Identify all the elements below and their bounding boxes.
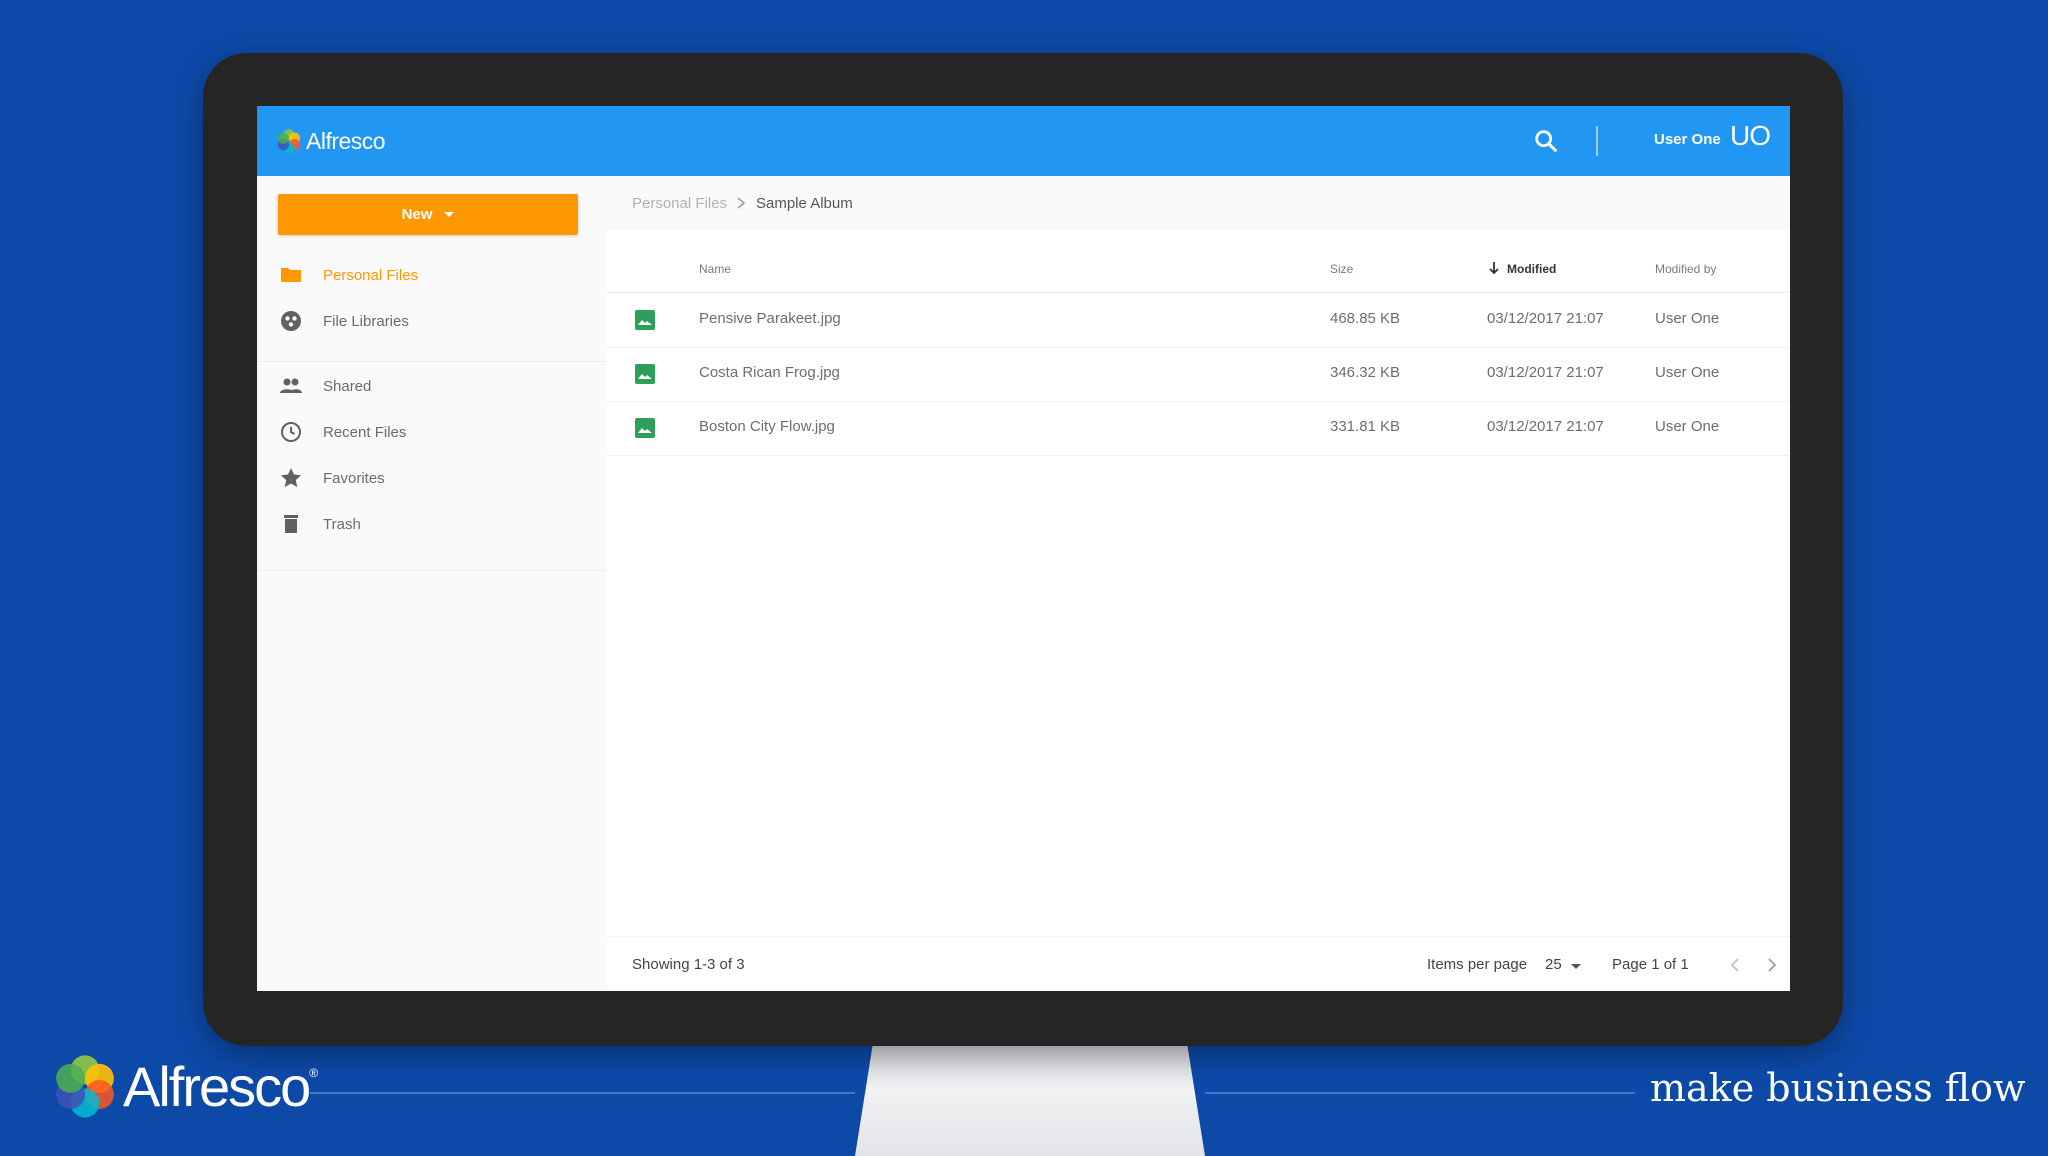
chevron-down-icon bbox=[444, 212, 455, 217]
table-row[interactable]: Pensive Parakeet.jpg 468.85 KB 03/12/201… bbox=[607, 293, 1790, 348]
sidebar-item-personal-files[interactable]: Personal Files bbox=[257, 255, 607, 295]
sidebar-item-label: Trash bbox=[323, 516, 361, 533]
chevron-right-icon[interactable] bbox=[1760, 954, 1782, 976]
breadcrumb: Personal Files Sample Album bbox=[607, 176, 1790, 230]
header-divider bbox=[1596, 126, 1598, 156]
file-modified: 03/12/2017 21:07 bbox=[1487, 364, 1604, 381]
user-avatar[interactable]: UO bbox=[1730, 120, 1771, 152]
file-modified-by: User One bbox=[1655, 364, 1720, 381]
file-name[interactable]: Pensive Parakeet.jpg bbox=[699, 310, 841, 327]
sidebar-item-label: Favorites bbox=[323, 470, 385, 487]
page-info: Page 1 of 1 bbox=[1612, 956, 1689, 973]
registered-mark: ® bbox=[309, 1066, 319, 1080]
clock-icon bbox=[281, 422, 301, 442]
sidebar-item-trash[interactable]: Trash bbox=[257, 504, 607, 544]
file-modified-by: User One bbox=[1655, 418, 1720, 435]
image-file-icon bbox=[635, 364, 655, 384]
file-size: 346.32 KB bbox=[1330, 364, 1401, 381]
sidebar-item-shared[interactable]: Shared bbox=[257, 366, 607, 406]
file-name[interactable]: Costa Rican Frog.jpg bbox=[699, 364, 840, 381]
banner-logo: Alfresco ® bbox=[51, 1052, 318, 1120]
chevron-left-icon[interactable] bbox=[1725, 954, 1747, 976]
sidebar-divider bbox=[257, 361, 607, 362]
folder-icon bbox=[281, 268, 301, 282]
sidebar-item-label: Personal Files bbox=[323, 267, 419, 284]
sidebar-divider bbox=[257, 570, 607, 571]
trash-icon bbox=[284, 515, 298, 533]
people-icon bbox=[280, 378, 302, 393]
alfresco-logo-icon bbox=[56, 1055, 114, 1118]
column-header-modified[interactable]: Modified bbox=[1507, 262, 1556, 276]
column-header-modified-by[interactable]: Modified by bbox=[1655, 262, 1716, 276]
pagination-range: Showing 1-3 of 3 bbox=[632, 956, 745, 973]
app-logo[interactable]: Alfresco bbox=[275, 126, 386, 156]
banner-tagline: make business flow bbox=[1650, 1066, 2026, 1110]
table-row[interactable]: Boston City Flow.jpg 331.81 KB 03/12/201… bbox=[607, 401, 1790, 456]
app-header: Alfresco User One UO bbox=[257, 106, 1790, 176]
app-screen: Alfresco User One UO New Personal Files bbox=[257, 106, 1790, 991]
breadcrumb-item-current: Sample Album bbox=[756, 195, 853, 212]
sidebar: New Personal Files File Libraries Shared… bbox=[257, 176, 607, 991]
sidebar-item-label: Shared bbox=[323, 378, 372, 395]
app-logo-text: Alfresco bbox=[306, 127, 386, 154]
arrow-down-icon[interactable] bbox=[1487, 260, 1501, 276]
file-modified-by: User One bbox=[1655, 310, 1720, 327]
items-per-page-label: Items per page bbox=[1427, 956, 1528, 973]
file-modified: 03/12/2017 21:07 bbox=[1487, 418, 1604, 435]
table-row[interactable]: Costa Rican Frog.jpg 346.32 KB 03/12/201… bbox=[607, 347, 1790, 402]
monitor-stand bbox=[855, 1046, 1205, 1156]
sidebar-item-file-libraries[interactable]: File Libraries bbox=[257, 301, 607, 341]
sidebar-item-label: Recent Files bbox=[323, 424, 407, 441]
breadcrumb-item-parent[interactable]: Personal Files bbox=[632, 195, 727, 212]
alfresco-logo-icon bbox=[277, 129, 301, 154]
sidebar-item-label: File Libraries bbox=[323, 313, 409, 330]
banner-rule-left bbox=[310, 1092, 855, 1094]
banner-rule-right bbox=[1205, 1092, 1635, 1094]
star-icon bbox=[281, 468, 301, 488]
file-list-panel: Personal Files Sample Album Name Size Mo… bbox=[607, 176, 1790, 991]
search-icon[interactable] bbox=[1532, 127, 1560, 155]
image-file-icon bbox=[635, 418, 655, 438]
new-button-label: New bbox=[401, 206, 433, 223]
sidebar-item-favorites[interactable]: Favorites bbox=[257, 458, 607, 498]
sidebar-item-recent-files[interactable]: Recent Files bbox=[257, 412, 607, 452]
file-size: 331.81 KB bbox=[1330, 418, 1401, 435]
file-modified: 03/12/2017 21:07 bbox=[1487, 310, 1604, 327]
chevron-right-icon bbox=[737, 197, 746, 209]
new-button[interactable]: New bbox=[278, 194, 578, 235]
chevron-down-icon[interactable] bbox=[1571, 964, 1581, 969]
file-name[interactable]: Boston City Flow.jpg bbox=[699, 418, 835, 435]
user-name[interactable]: User One bbox=[1654, 131, 1721, 148]
libraries-icon bbox=[281, 311, 301, 331]
pagination-divider bbox=[607, 936, 1790, 937]
file-size: 468.85 KB bbox=[1330, 310, 1401, 327]
banner-logo-text: Alfresco bbox=[123, 1054, 311, 1118]
column-header-name[interactable]: Name bbox=[699, 262, 731, 276]
column-header-size[interactable]: Size bbox=[1330, 262, 1353, 276]
image-file-icon bbox=[635, 310, 655, 330]
items-per-page-select[interactable]: 25 bbox=[1545, 956, 1562, 973]
